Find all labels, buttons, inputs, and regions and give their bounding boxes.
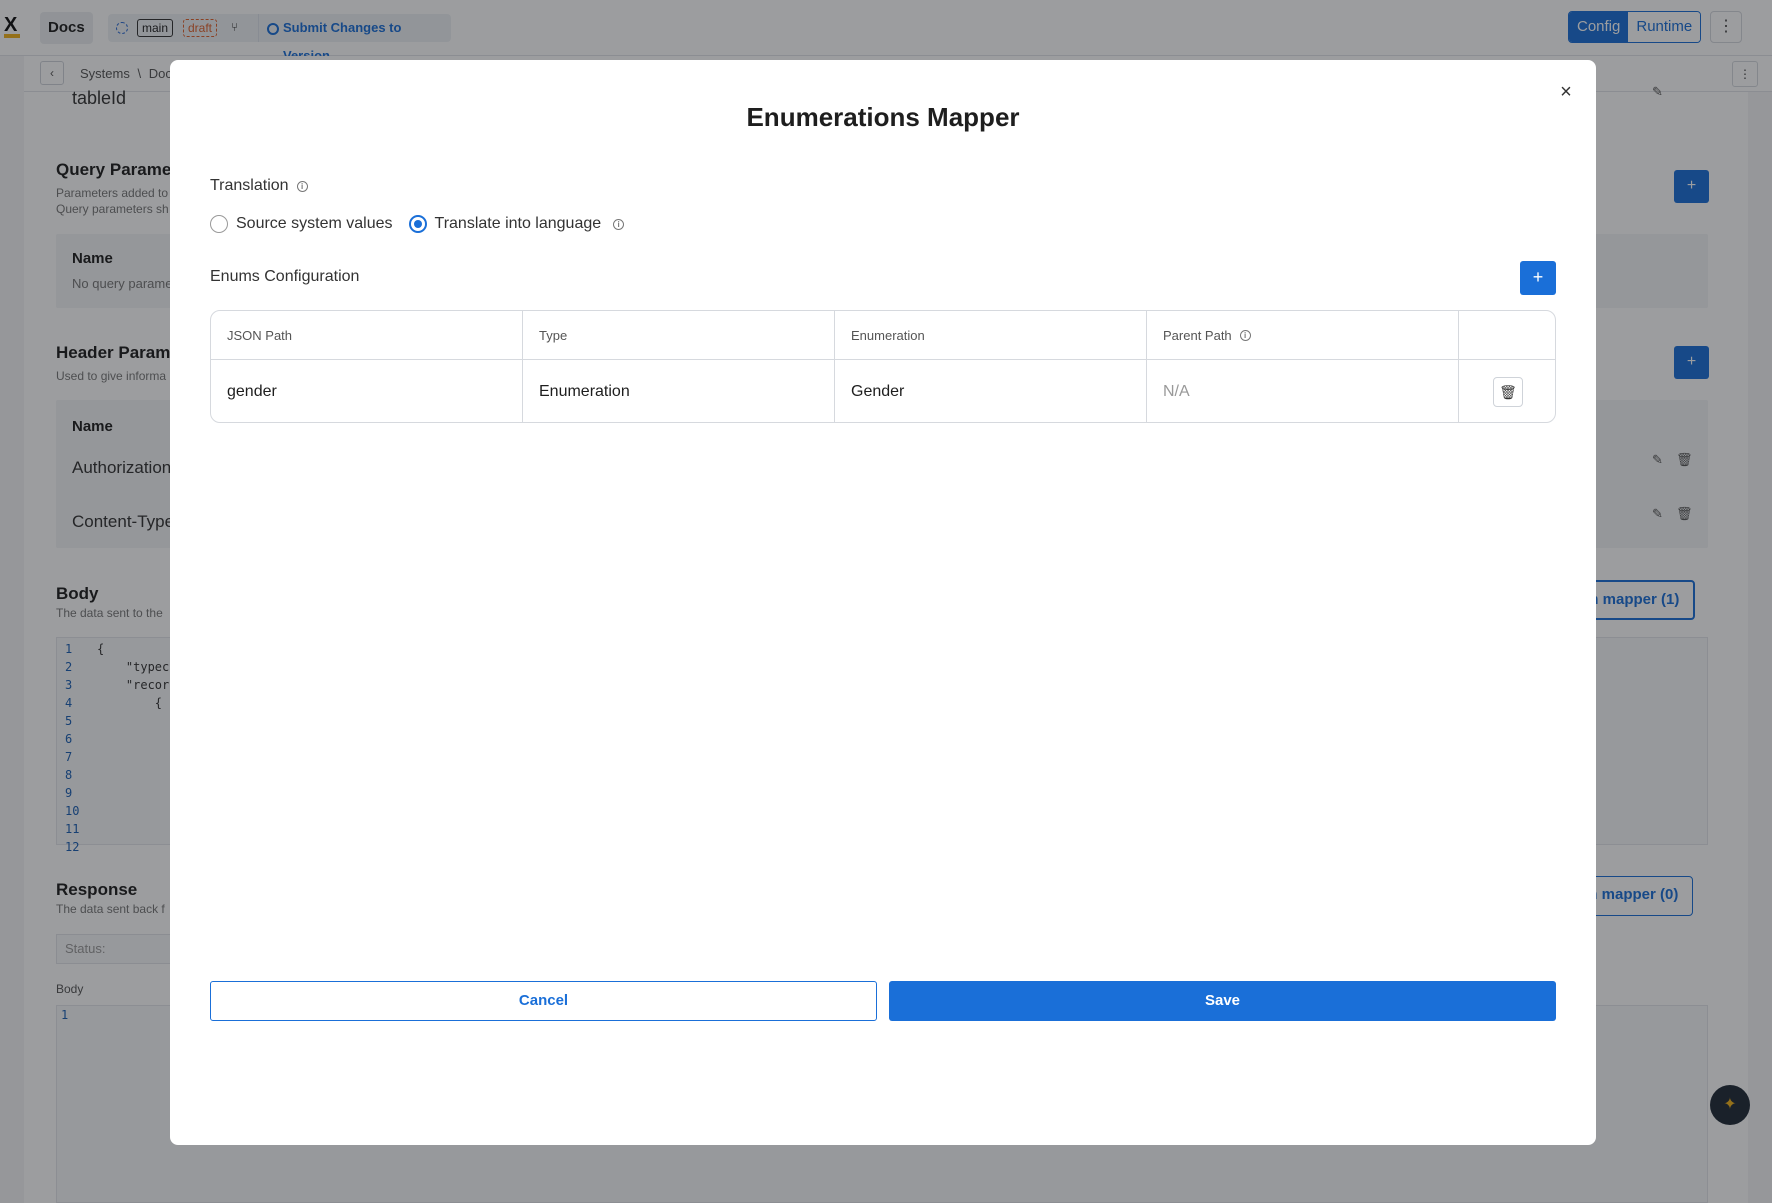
table-header: JSON Path Type Enumeration Parent Path i xyxy=(211,311,1555,360)
cell-json-path[interactable]: gender xyxy=(211,360,523,422)
col-parent-path-label: Parent Path xyxy=(1163,327,1232,343)
translation-label-row: Translation i xyxy=(210,177,308,195)
table-row: gender Enumeration Gender N/A 🗑 xyxy=(211,360,1555,422)
save-button[interactable]: Save xyxy=(889,981,1556,1021)
dialog-title: Enumerations Mapper xyxy=(746,102,1020,132)
col-parent-path: Parent Path i xyxy=(1147,311,1459,359)
col-json-path: JSON Path xyxy=(211,311,523,359)
translate-language-radio[interactable] xyxy=(408,215,427,233)
source-values-label[interactable]: Source system values xyxy=(236,215,393,233)
info-icon[interactable]: i xyxy=(613,218,625,230)
info-icon[interactable]: i xyxy=(1239,329,1251,341)
cell-actions: 🗑 xyxy=(1459,360,1555,422)
enumerations-mapper-dialog: × Enumerations Mapper Translation i Sour… xyxy=(170,60,1596,1145)
col-enumeration: Enumeration xyxy=(835,311,1147,359)
info-icon[interactable]: i xyxy=(296,180,308,192)
enums-config-label-row: Enums Configuration xyxy=(210,268,359,286)
cancel-button[interactable]: Cancel xyxy=(210,981,877,1021)
translate-language-label[interactable]: Translate into language xyxy=(435,215,602,233)
translation-options: Source system values Translate into lang… xyxy=(210,215,625,233)
translation-label: Translation xyxy=(210,177,289,194)
enums-table: JSON Path Type Enumeration Parent Path i… xyxy=(210,310,1556,423)
source-values-radio[interactable] xyxy=(210,215,228,233)
trash-icon[interactable]: 🗑 xyxy=(1493,376,1523,407)
add-enum-button[interactable]: + xyxy=(1520,261,1556,295)
enums-config-label: Enums Configuration xyxy=(210,268,360,285)
col-type: Type xyxy=(523,311,835,359)
cell-enumeration[interactable]: Gender xyxy=(835,360,1147,422)
cell-type[interactable]: Enumeration xyxy=(523,360,835,422)
cell-parent-path[interactable]: N/A xyxy=(1147,360,1459,422)
col-actions xyxy=(1459,311,1555,359)
close-icon[interactable]: × xyxy=(1554,80,1578,104)
